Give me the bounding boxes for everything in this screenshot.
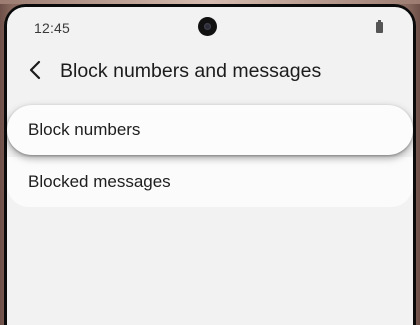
menu-item-label: Blocked messages	[28, 172, 171, 191]
status-time: 12:45	[34, 20, 71, 36]
menu-item-blocked-messages[interactable]: Blocked messages	[7, 157, 413, 207]
page-title: Block numbers and messages	[60, 60, 322, 82]
phone-device: 12:45 Block numbers and messages Block n…	[0, 0, 420, 325]
menu-item-label: Block numbers	[28, 120, 141, 139]
back-button[interactable]	[21, 55, 51, 85]
app-bar: Block numbers and messages	[7, 47, 413, 95]
chevron-left-icon	[29, 60, 41, 80]
battery-icon	[376, 20, 383, 33]
menu-item-block-numbers[interactable]: Block numbers	[7, 105, 413, 155]
phone-screen: 12:45 Block numbers and messages Block n…	[7, 7, 413, 325]
status-bar: 12:45	[7, 7, 413, 47]
front-camera-icon	[198, 17, 217, 36]
